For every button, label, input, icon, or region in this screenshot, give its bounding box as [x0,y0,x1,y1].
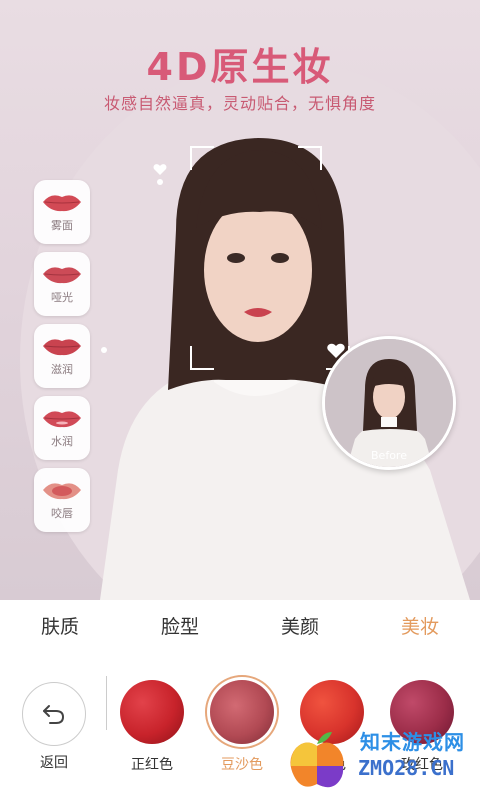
undo-icon [43,705,65,724]
lip-finish-label: 雾面 [51,219,73,232]
category-tabs: 肤质 脸型 美颜 美妆 [0,600,480,650]
lipstick-swatch [120,680,184,744]
lipstick-color-toolbar: 返回 正红色 豆沙色 橘色 玫红色 知末游戏网 ZMO28.CN [0,650,480,800]
before-photo [325,339,453,467]
lips-icon [43,411,81,428]
tab-skin[interactable]: 肤质 [29,604,91,647]
hero-banner: 4D原生妆 妆感自然逼真，灵动贴合，无惧角度 雾面 哑光 滋润 水润 咬唇 Be… [0,0,480,600]
back-label: 返回 [40,755,68,771]
lip-finish-gradient[interactable]: 咬唇 [34,468,90,532]
before-compare-thumbnail[interactable]: Before [322,336,456,470]
before-label: Before [371,449,407,462]
apple-logo-icon [290,732,344,788]
swatch-bean-paste[interactable]: 豆沙色 [210,680,274,774]
lip-finish-list: 雾面 哑光 滋润 水润 咬唇 [34,180,90,540]
tab-makeup[interactable]: 美妆 [389,604,451,647]
tab-face-shape[interactable]: 脸型 [149,604,211,647]
face-frame-corner [190,346,214,370]
swatch-true-red[interactable]: 正红色 [120,680,184,774]
hero-title: 4D原生妆 [146,45,334,89]
divider [106,676,107,730]
back-button[interactable] [22,682,86,746]
watermark-url: ZMO28.CN [358,756,455,780]
lip-finish-label: 哑光 [51,291,73,304]
lip-finish-velvet[interactable]: 哑光 [34,252,90,316]
lip-finish-label: 滋润 [51,363,73,376]
swatch-label: 豆沙色 [221,757,263,773]
lips-icon [43,483,81,500]
site-watermark: 知末游戏网 ZMO28.CN [282,726,478,798]
lips-icon [43,195,81,212]
lip-finish-label: 咬唇 [51,507,73,520]
lip-finish-label: 水润 [51,435,73,448]
face-frame-corner [190,146,214,170]
face-frame-corner [298,146,322,170]
lips-icon [43,267,81,284]
tab-beauty[interactable]: 美颜 [269,604,331,647]
lipstick-swatch [210,680,274,744]
lip-finish-glossy[interactable]: 水润 [34,396,90,460]
swatch-label: 正红色 [131,757,173,773]
lips-icon [43,339,81,356]
lip-finish-matte[interactable]: 雾面 [34,180,90,244]
hero-subtitle: 妆感自然逼真，灵动贴合，无惧角度 [103,94,376,113]
watermark-brand: 知末游戏网 [360,730,465,754]
lip-finish-moist[interactable]: 滋润 [34,324,90,388]
